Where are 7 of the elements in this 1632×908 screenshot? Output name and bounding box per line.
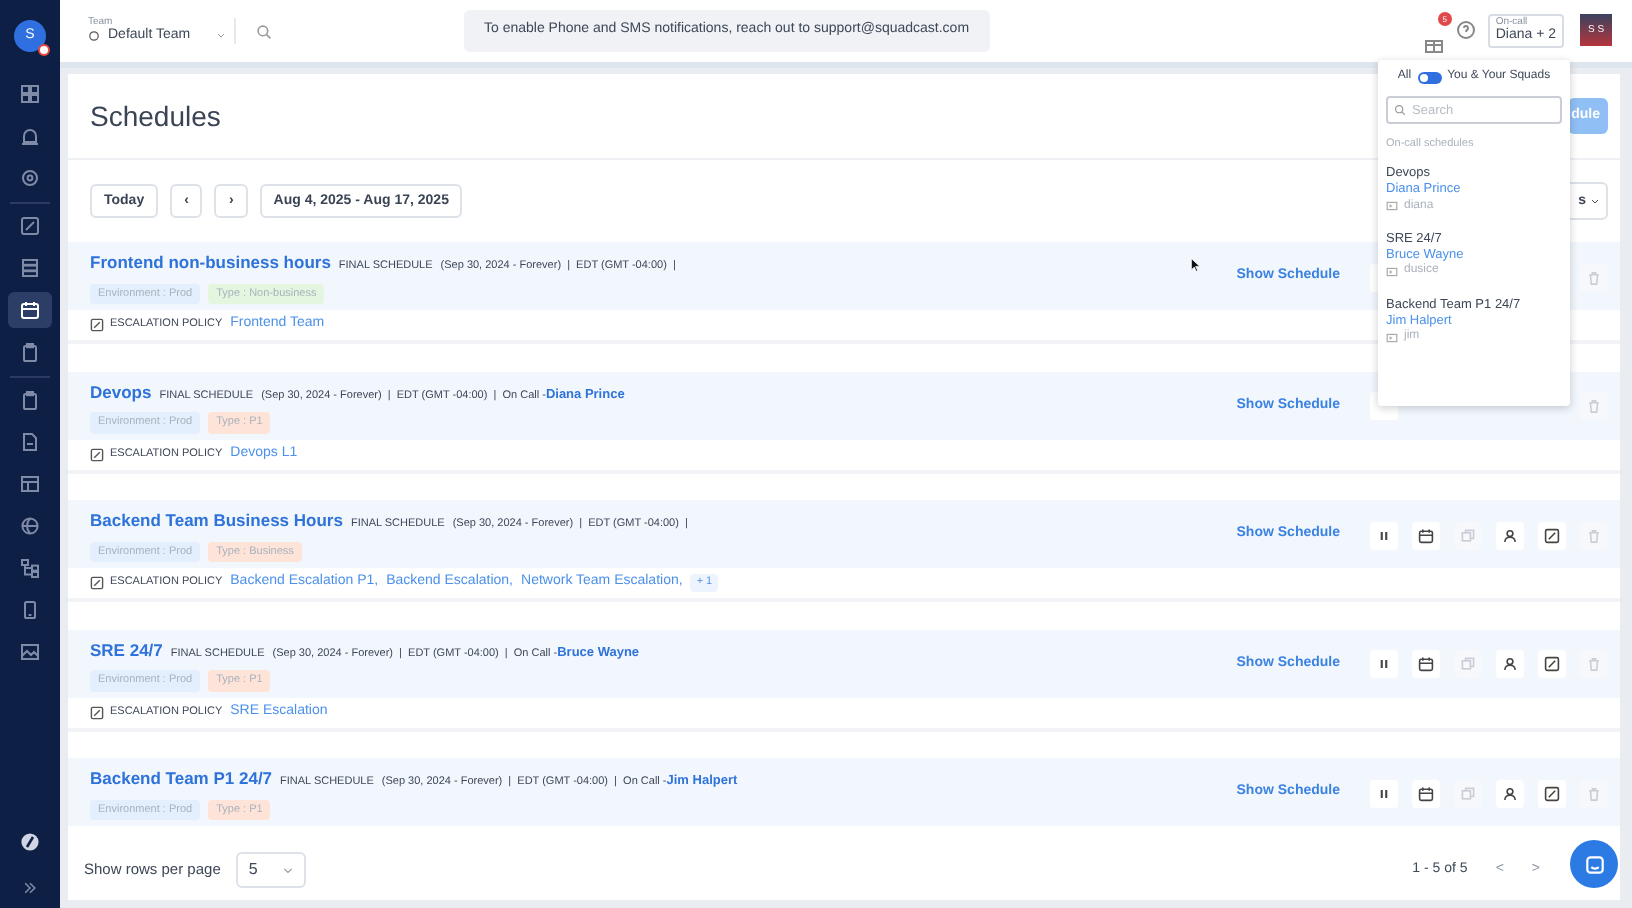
rows-per-page-select[interactable]: 5 [236,852,307,888]
schedule-link[interactable]: Backend Team P1 24/7 [90,766,273,792]
schedule-link[interactable]: Backend Team Business Hours [90,508,343,534]
schedule-link[interactable]: Frontend non-business hours [90,250,331,276]
page-title: Schedules [90,97,221,135]
schedule-link[interactable]: SRE 24/7 [90,637,163,663]
schedule-link[interactable]: Devops [90,379,152,405]
